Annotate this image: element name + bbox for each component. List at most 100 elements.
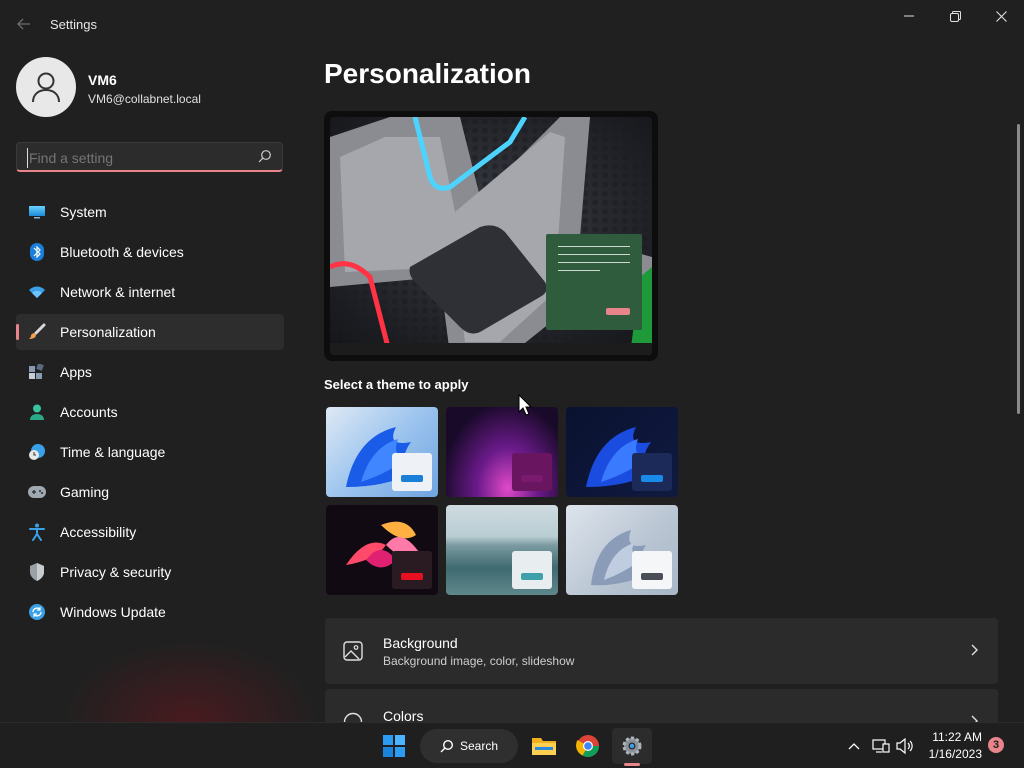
background-glow <box>60 640 320 722</box>
theme-glow[interactable] <box>446 407 558 497</box>
scrollbar[interactable] <box>1017 124 1020 414</box>
folder-icon <box>532 738 556 755</box>
chrome-button[interactable] <box>568 728 608 764</box>
theme-accent-bar <box>521 573 543 580</box>
person-icon <box>28 403 46 421</box>
wifi-icon <box>28 283 46 301</box>
sidebar-item-label: Network & internet <box>60 284 176 300</box>
gear-icon <box>622 736 642 756</box>
preview-line <box>558 254 630 255</box>
taskbar: Search 11:22 AM 1/16/2023 3 <box>0 722 1024 768</box>
user-name: VM6 <box>88 72 117 88</box>
theme-mini-window <box>392 453 432 491</box>
windows-logo-icon <box>383 735 405 757</box>
notification-badge[interactable]: 3 <box>988 737 1004 753</box>
brush-icon <box>28 323 46 341</box>
theme-sunrise[interactable] <box>566 505 678 595</box>
theme-accent-bar <box>641 573 663 580</box>
theme-mini-window <box>512 453 552 491</box>
sidebar-item-privacy-security[interactable]: Privacy & security <box>16 554 284 590</box>
bluetooth-icon <box>28 243 46 261</box>
network-tray-button[interactable] <box>870 728 892 764</box>
taskbar-search-button[interactable]: Search <box>420 729 518 763</box>
sidebar-item-label: System <box>60 204 107 220</box>
sidebar-item-label: Privacy & security <box>60 564 172 580</box>
preview-line <box>558 270 600 271</box>
preview-taskbar <box>330 343 652 355</box>
sidebar-item-system[interactable]: System <box>16 194 284 230</box>
chrome-icon <box>576 735 599 757</box>
file-explorer-button[interactable] <box>524 728 564 764</box>
chevron-up-icon <box>848 743 860 750</box>
preview-line <box>558 246 630 247</box>
theme-mini-window <box>512 551 552 589</box>
close-button[interactable] <box>978 0 1024 32</box>
card-title: Background <box>383 635 458 651</box>
sidebar-item-apps[interactable]: Apps <box>16 354 284 390</box>
clock-globe-icon <box>28 443 46 461</box>
theme-flow[interactable] <box>446 505 558 595</box>
mouse-cursor-icon <box>518 394 532 416</box>
search-input[interactable] <box>27 148 251 168</box>
sidebar-item-gaming[interactable]: Gaming <box>16 474 284 510</box>
chevron-right-icon <box>971 715 978 722</box>
active-app-indicator <box>624 763 640 766</box>
search-box[interactable] <box>16 142 283 172</box>
sidebar-item-accounts[interactable]: Accounts <box>16 394 284 430</box>
sidebar-item-label: Accounts <box>60 404 118 420</box>
sidebar-item-label: Time & language <box>60 444 166 460</box>
theme-windows-light[interactable] <box>326 407 438 497</box>
theme-preview <box>324 111 658 361</box>
settings-window: Settings VM6 VM6@collabnet.local System <box>0 0 1024 722</box>
theme-windows-dark[interactable] <box>566 407 678 497</box>
accessibility-icon <box>28 523 46 541</box>
minimize-icon <box>904 15 914 17</box>
theme-mini-window <box>392 551 432 589</box>
app-title: Settings <box>50 17 97 32</box>
card-subtitle: Background image, color, slideshow <box>383 654 575 668</box>
sidebar-item-label: Personalization <box>60 324 156 340</box>
speaker-icon <box>896 738 913 754</box>
sidebar-item-bluetooth[interactable]: Bluetooth & devices <box>16 234 284 270</box>
sidebar-item-accessibility[interactable]: Accessibility <box>16 514 284 550</box>
palette-icon <box>343 712 363 722</box>
sidebar-item-network[interactable]: Network & internet <box>16 274 284 310</box>
theme-mini-window <box>632 453 672 491</box>
page-title: Personalization <box>324 58 531 89</box>
theme-accent-bar <box>401 573 423 580</box>
search-icon[interactable] <box>258 149 272 163</box>
background-card[interactable]: Background Background image, color, slid… <box>325 618 998 684</box>
themes-heading: Select a theme to apply <box>324 377 469 392</box>
card-title: Colors <box>383 708 424 722</box>
sidebar-item-label: Gaming <box>60 484 110 500</box>
back-button[interactable] <box>12 12 36 36</box>
close-icon <box>995 10 1007 22</box>
volume-tray-button[interactable] <box>894 728 916 764</box>
colors-card[interactable]: Colors <box>325 689 998 722</box>
preview-line <box>558 262 630 263</box>
monitor-icon <box>28 203 46 221</box>
search-icon <box>440 739 453 753</box>
sidebar-item-personalization[interactable]: Personalization <box>16 314 284 350</box>
sidebar-item-label: Windows Update <box>60 604 166 620</box>
shield-icon <box>28 563 46 581</box>
restore-button[interactable] <box>932 0 978 32</box>
settings-taskbar-button[interactable] <box>612 728 652 764</box>
update-icon <box>28 603 46 621</box>
preview-window <box>546 234 642 330</box>
sidebar-item-windows-update[interactable]: Windows Update <box>16 594 284 630</box>
sidebar-item-label: Apps <box>60 364 92 380</box>
gamepad-icon <box>28 483 46 501</box>
show-hidden-icons-button[interactable] <box>842 728 866 764</box>
avatar[interactable] <box>16 57 76 117</box>
sidebar-nav: System Bluetooth & devices Network & int… <box>16 194 284 634</box>
theme-captured-motion[interactable] <box>326 505 438 595</box>
clock-time[interactable]: 11:22 AM <box>928 730 982 744</box>
sidebar-item-time-language[interactable]: Time & language <box>16 434 284 470</box>
clock-date[interactable]: 1/16/2023 <box>918 747 982 761</box>
minimize-button[interactable] <box>886 0 932 32</box>
start-button[interactable] <box>374 728 414 764</box>
preview-accent-button <box>606 308 630 315</box>
user-email: VM6@collabnet.local <box>88 92 201 106</box>
title-bar: Settings <box>0 0 1024 48</box>
